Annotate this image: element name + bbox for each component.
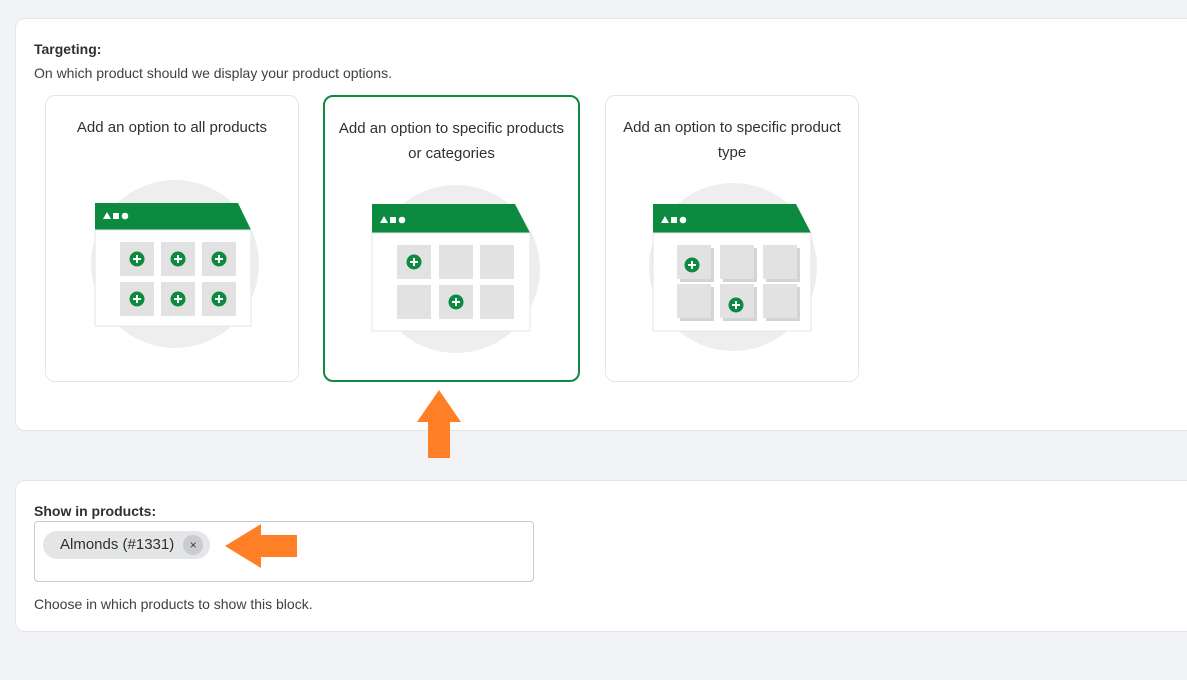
remove-tag-icon[interactable]: × bbox=[183, 535, 204, 555]
products-title: Show in products: bbox=[34, 503, 157, 519]
option-card-product-type[interactable]: Add an option to specific product type bbox=[605, 95, 859, 382]
option-card-all-products[interactable]: Add an option to all products bbox=[45, 95, 299, 382]
product-tag-label: Almonds (#1331) bbox=[60, 536, 175, 553]
product-tag: Almonds (#1331) × bbox=[43, 531, 211, 559]
specific-products-illustration-icon bbox=[371, 185, 540, 353]
product-type-illustration-icon bbox=[649, 183, 817, 351]
targeting-title: Targeting: bbox=[34, 41, 102, 57]
targeting-subtitle: On which product should we display your … bbox=[34, 65, 392, 81]
products-panel: Show in products: Almonds (#1331) × Choo… bbox=[15, 480, 1187, 632]
targeting-panel: Targeting: On which product should we di… bbox=[15, 18, 1187, 431]
products-help-text: Choose in which products to show this bl… bbox=[34, 596, 313, 612]
up-arrow-annotation-icon bbox=[417, 390, 461, 458]
left-arrow-annotation-icon bbox=[225, 524, 297, 568]
all-products-illustration-icon bbox=[91, 180, 259, 348]
option-card-specific-products[interactable]: Add an option to specific products or ca… bbox=[323, 95, 580, 382]
